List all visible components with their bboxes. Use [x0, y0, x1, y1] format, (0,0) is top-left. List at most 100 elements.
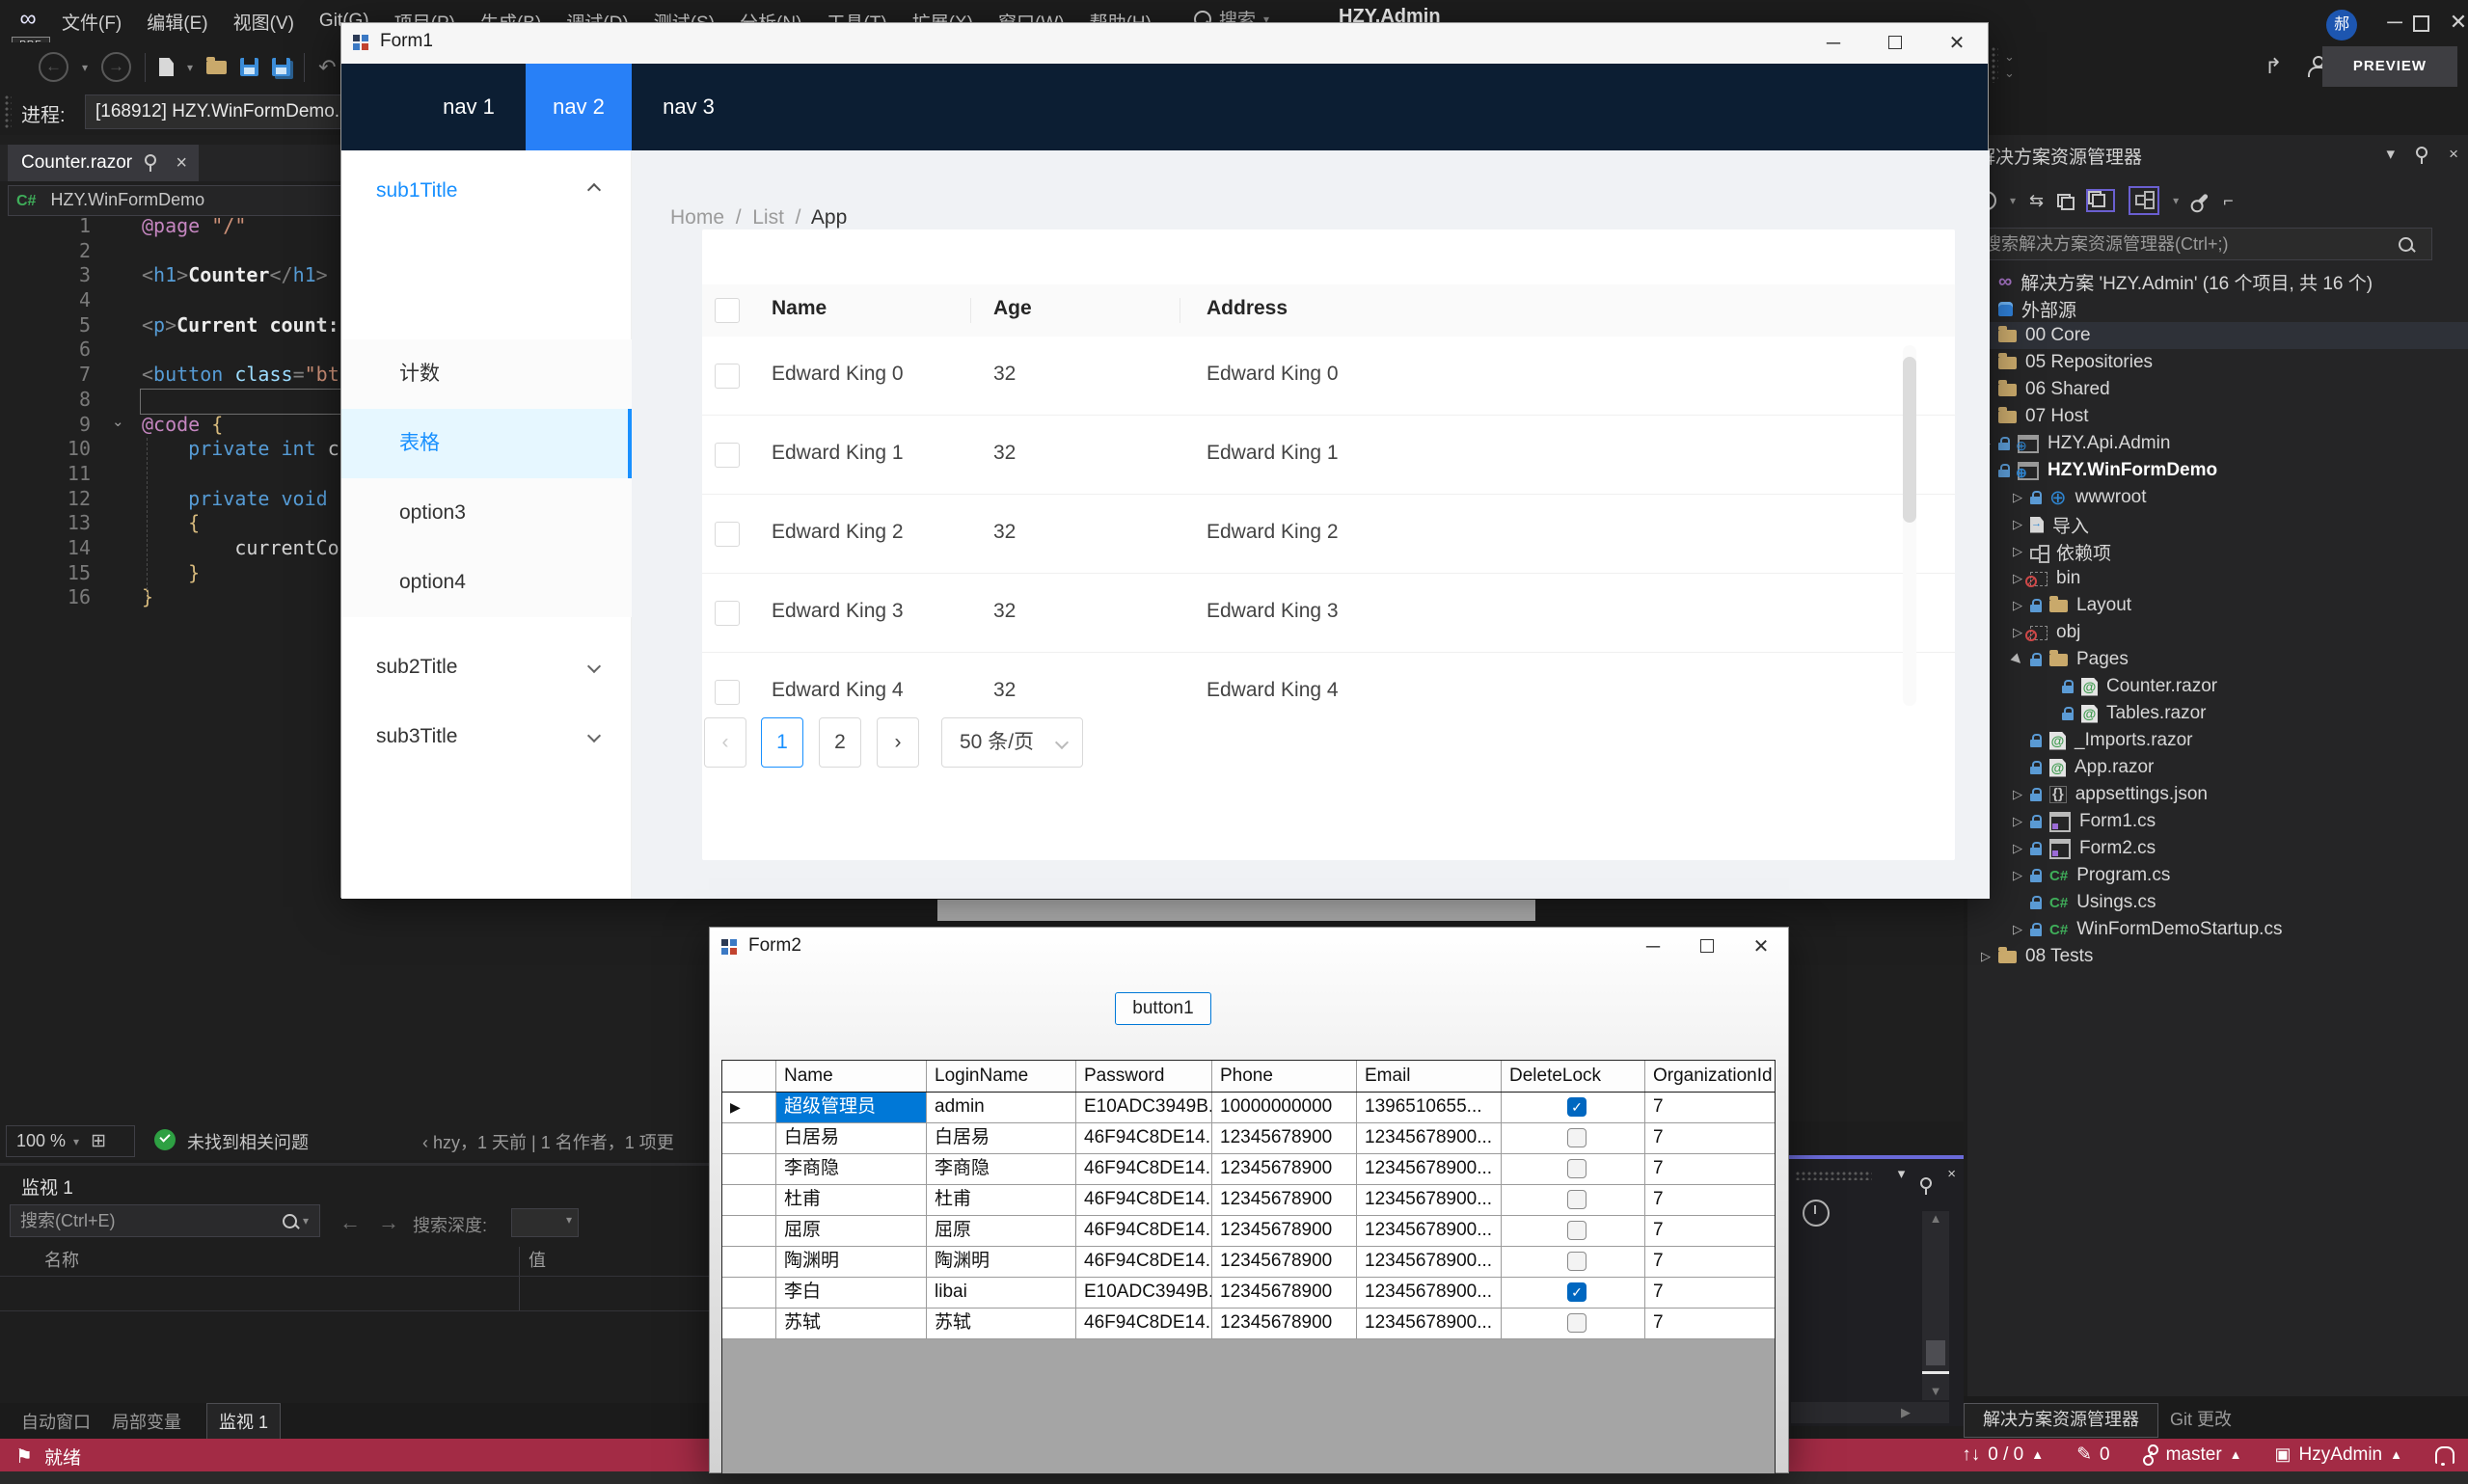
grid-row[interactable]: 李白libaiE10ADC3949B...1234567890012345678… [722, 1278, 1776, 1309]
collapsed-arrow-icon[interactable]: ▷ [2005, 787, 2030, 802]
codelens-git-info[interactable]: ‹ hzy，1 天前 | 1 名作者，1 项更 [422, 1129, 674, 1154]
sidebar-item-表格[interactable]: 表格 [341, 409, 632, 478]
sidebar-item-option4[interactable]: option4 [341, 548, 632, 617]
tree-item-07-host[interactable]: 07 Host [1967, 403, 2468, 430]
form1-maximize-button[interactable] [1864, 23, 1926, 64]
chevron-down-icon[interactable]: ▾ [73, 1135, 79, 1148]
grid-row[interactable]: 屈原屈原46F94C8DE14...1234567890012345678900… [722, 1216, 1776, 1247]
git-pending-changes[interactable]: ✎ 0 [2076, 1444, 2110, 1466]
select-all-checkbox[interactable] [715, 298, 740, 323]
header-cell-selector[interactable] [722, 1061, 776, 1092]
close-icon[interactable]: × [2449, 145, 2458, 164]
watch-back-icon[interactable]: ← [339, 1210, 361, 1235]
header-cell-Name[interactable]: Name [776, 1061, 927, 1092]
tree-item-tables-razor[interactable]: @Tables.razor [1967, 700, 2468, 727]
open-folder-icon[interactable] [206, 61, 227, 74]
header-cell-OrganizationId[interactable]: OrganizationId [1645, 1061, 1776, 1092]
deletelock-checkbox[interactable] [1567, 1221, 1587, 1240]
pagination-prev-button[interactable]: ‹ [704, 717, 746, 768]
tree-item-obj[interactable]: ▷obj [1967, 619, 2468, 646]
tree-item-appsettings-json[interactable]: ▷{}appsettings.json [1967, 781, 2468, 808]
tab-solution-explorer[interactable]: 解决方案资源管理器 [1964, 1403, 2158, 1438]
deletelock-checkbox[interactable] [1567, 1190, 1587, 1209]
grid-row[interactable]: 苏轼苏轼46F94C8DE14...1234567890012345678900… [722, 1309, 1776, 1339]
tree-item-hzy-api-admin[interactable]: ▷HZY.Api.Admin [1967, 430, 2468, 457]
collapse-all-icon[interactable] [2057, 194, 2073, 207]
new-file-icon[interactable] [159, 58, 174, 76]
close-tab-icon[interactable]: × [176, 145, 187, 181]
sidebar-item-option3[interactable]: option3 [341, 478, 632, 548]
tree-item-pages[interactable]: ▶Pages [1967, 646, 2468, 673]
navigate-back-icon[interactable]: ← [39, 52, 68, 82]
menu-item[interactable]: 编辑(E) [147, 9, 207, 35]
tab-git-changes[interactable]: Git 更改 [2170, 1406, 2232, 1431]
tool-window-header[interactable]: ▾ × [1789, 1159, 1964, 1192]
deletelock-checkbox[interactable] [1567, 1128, 1587, 1147]
watch-forward-icon[interactable]: → [378, 1210, 399, 1235]
switch-views-icon[interactable] [2129, 186, 2159, 215]
table-row[interactable]: Edward King 332Edward King 3 [702, 574, 1955, 653]
bottom-tab-1[interactable]: 自动窗口 [21, 1409, 91, 1434]
watch-column-divider[interactable] [519, 1247, 520, 1310]
cell-deletelock[interactable] [1502, 1185, 1645, 1215]
tree-item-winformdemostartup-cs[interactable]: ▷C#WinFormDemoStartup.cs [1967, 916, 2468, 943]
share-icon[interactable]: ↱ [2265, 54, 2282, 79]
pin-icon[interactable] [1920, 1177, 1932, 1189]
row-checkbox[interactable] [715, 601, 740, 626]
tree-item-counter-razor[interactable]: @Counter.razor [1967, 673, 2468, 700]
form2-minimize-button[interactable]: ─ [1626, 928, 1680, 966]
zoom-cluster[interactable]: 100 % ▾ ⊞ [6, 1125, 135, 1157]
header-cell-Email[interactable]: Email [1357, 1061, 1502, 1092]
nav-tab-1[interactable]: nav 1 [416, 64, 522, 150]
window-maximize-button[interactable] [2413, 15, 2429, 37]
bottom-tab-3[interactable]: 监视 1 [206, 1403, 281, 1440]
horizontal-scrollbar[interactable]: ▶ [1791, 1402, 1949, 1423]
undo-icon[interactable]: ↶ [318, 55, 336, 80]
form2-title-bar[interactable]: Form2 ─ ✕ [710, 928, 1788, 968]
tree-item-program-cs[interactable]: ▷C#Program.cs [1967, 862, 2468, 889]
fold-collapse-icon[interactable]: ⌄ [112, 413, 124, 430]
user-avatar[interactable]: 郝 [2326, 10, 2357, 40]
health-indicator-icon[interactable]: ⊞ [91, 1130, 106, 1152]
navigate-forward-icon[interactable]: → [101, 52, 131, 82]
table-row[interactable]: Edward King 032Edward King 0 [702, 337, 1955, 416]
pin-icon[interactable] [2416, 147, 2427, 158]
button1[interactable]: button1 [1115, 992, 1211, 1025]
preview-selected-items-icon[interactable]: ⌐ [2223, 191, 2234, 211]
cell-deletelock[interactable] [1502, 1154, 1645, 1184]
tree-item-bin[interactable]: ▷bin [1967, 565, 2468, 592]
toolbar-grip[interactable] [4, 94, 12, 129]
process-combo[interactable]: [168912] HZY.WinFormDemo.e [85, 94, 355, 129]
form1-title-bar[interactable]: Form1 ─ ✕ [341, 23, 1988, 64]
git-sync-status[interactable]: ↑↓ 0 / 0 ▲ [1962, 1444, 2044, 1466]
header-cell-Password[interactable]: Password [1076, 1061, 1212, 1092]
new-file-dropdown-icon[interactable]: ▾ [187, 61, 193, 74]
show-all-files-icon[interactable] [2086, 189, 2115, 212]
collapsed-arrow-icon[interactable]: ▷ [1973, 949, 1998, 964]
sidebar-group-sub2[interactable]: sub2Title [341, 646, 632, 688]
row-checkbox[interactable] [715, 680, 740, 705]
properties-wrench-icon[interactable] [2193, 193, 2209, 208]
grid-row[interactable]: 陶渊明陶渊明46F94C8DE14...12345678900123456789… [722, 1247, 1776, 1278]
grid-row[interactable]: 李商隐李商隐46F94C8DE14...12345678900123456789… [722, 1154, 1776, 1185]
save-icon[interactable] [240, 58, 258, 76]
search-depth-combo[interactable]: ▾ [511, 1208, 579, 1237]
toolbar-overflow-icons[interactable]: ⌄⌄ [2004, 48, 2015, 81]
tree-item-usings-cs[interactable]: C#Usings.cs [1967, 889, 2468, 916]
page-size-select[interactable]: 50 条/页 [941, 717, 1083, 768]
window-minimize-button[interactable]: ─ [2378, 10, 2411, 35]
sidebar-group-sub1[interactable]: sub1Title [341, 170, 632, 212]
row-checkbox[interactable] [715, 522, 740, 547]
breadcrumb-list[interactable]: List [752, 206, 784, 229]
row-checkbox[interactable] [715, 364, 740, 389]
tree-item-hzy-winformdemo[interactable]: ▶HZY.WinFormDemo [1967, 457, 2468, 484]
nav-tab-3[interactable]: nav 3 [636, 64, 742, 150]
scroll-right-icon[interactable]: ▶ [1901, 1405, 1911, 1419]
form2-close-button[interactable]: ✕ [1734, 928, 1788, 966]
window-close-button[interactable]: ✕ [2442, 10, 2468, 35]
tree-item-08-tests[interactable]: ▷08 Tests [1967, 943, 2468, 970]
collapsed-arrow-icon[interactable]: ▷ [2005, 544, 2030, 559]
git-repo-selector[interactable]: ▣HzyAdmin ▲ [2275, 1444, 2402, 1466]
git-branch-selector[interactable]: master ▲ [2143, 1444, 2242, 1466]
sync-with-active-document-icon[interactable]: ⇆ [2029, 191, 2044, 211]
